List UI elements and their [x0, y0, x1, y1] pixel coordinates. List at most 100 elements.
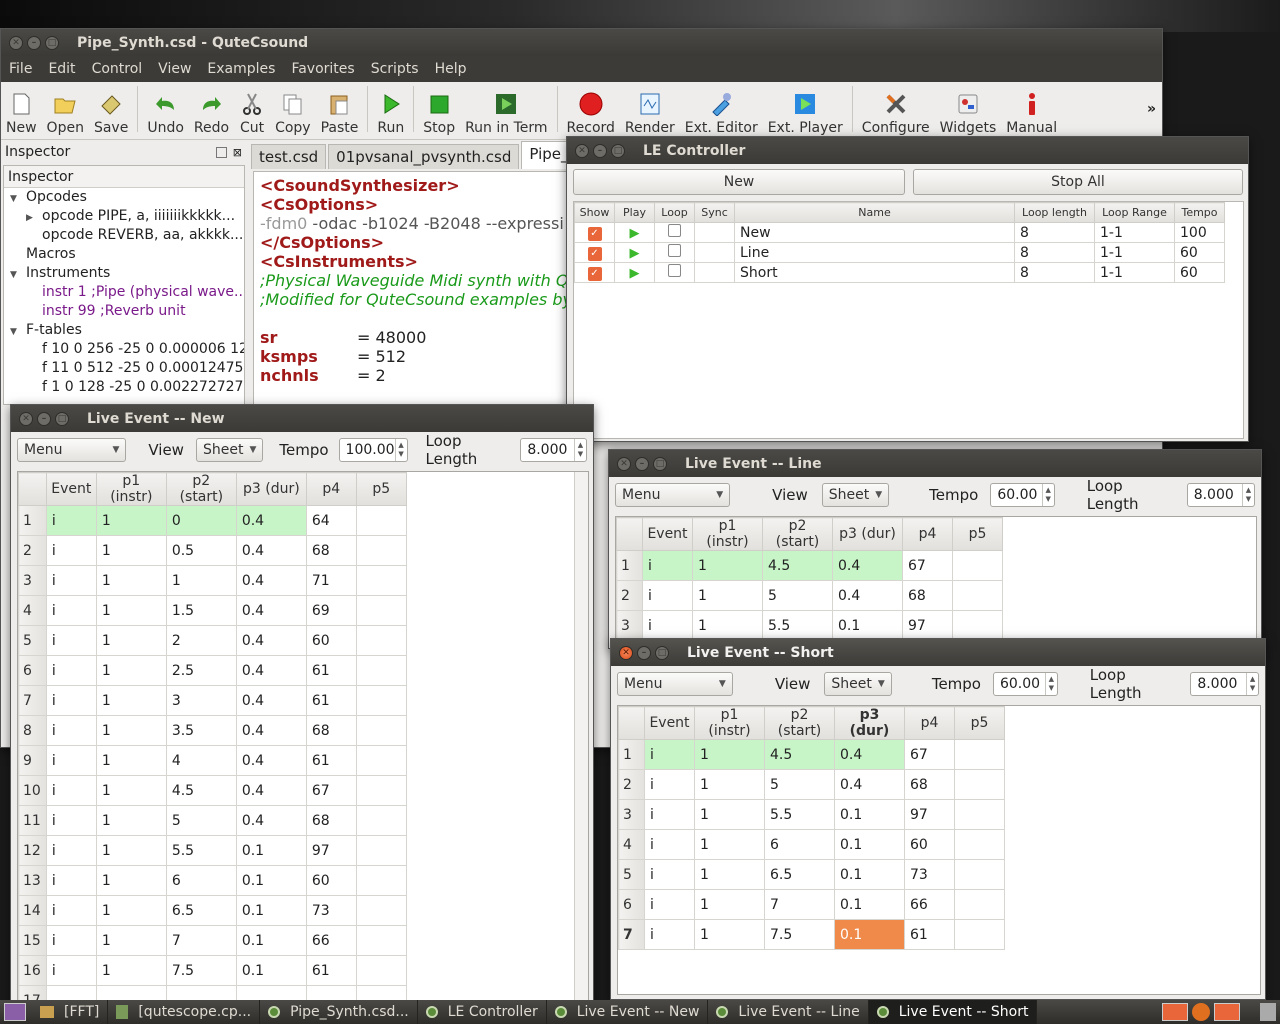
toolbar-run-button[interactable]: Run [377, 91, 404, 136]
column-header-loop[interactable]: Loop [654, 202, 695, 223]
main-window-titlebar[interactable]: ✕ – □ Pipe_Synth.csd - QuteCsound [1, 29, 1162, 56]
row-header[interactable]: 14 [18, 895, 47, 926]
cell[interactable]: i [45, 655, 97, 686]
toolbar-ext-editor-button[interactable]: Ext. Editor [685, 91, 758, 136]
cell[interactable]: 67 [902, 550, 953, 581]
sync-cell[interactable] [694, 242, 735, 263]
close-button[interactable]: ✕ [575, 143, 589, 158]
cell[interactable]: 4.5 [762, 550, 833, 581]
stop-all-button[interactable]: Stop All [913, 169, 1243, 195]
cell[interactable]: 1 [95, 895, 167, 926]
cell[interactable]: i [45, 805, 97, 836]
close-button[interactable]: ✕ [9, 35, 23, 50]
cell[interactable]: i [45, 625, 97, 656]
cell[interactable]: 0.4 [235, 715, 307, 746]
cell[interactable]: i [45, 505, 97, 536]
cell[interactable]: i [45, 595, 97, 626]
cell[interactable]: 68 [305, 535, 357, 566]
cell[interactable] [355, 745, 407, 776]
column-header-p1[interactable]: p1 (instr) [694, 706, 765, 740]
cell[interactable]: 61 [904, 919, 955, 950]
cell[interactable] [355, 925, 407, 956]
cell[interactable] [954, 859, 1005, 890]
expand-arrow-icon[interactable]: ▼ [10, 190, 26, 209]
cell[interactable]: i [644, 829, 695, 860]
cell[interactable] [355, 955, 407, 986]
row-header[interactable]: 6 [18, 655, 47, 686]
tree-item[interactable]: Macros [4, 245, 244, 264]
column-header-tempo[interactable]: Tempo [1174, 202, 1225, 223]
cell[interactable]: 1 [95, 685, 167, 716]
menu-scripts[interactable]: Scripts [363, 61, 427, 77]
cell[interactable] [954, 889, 1005, 920]
cell[interactable]: 1.5 [165, 595, 237, 626]
cell[interactable] [954, 829, 1005, 860]
toolbar-widgets-button[interactable]: Widgets [940, 91, 996, 136]
cell[interactable]: 0 [165, 505, 237, 536]
play-button[interactable]: ▶ [614, 222, 655, 243]
cell[interactable]: 0.4 [832, 580, 903, 611]
cell[interactable]: 0.4 [235, 805, 307, 836]
column-header-p3[interactable]: p3 (dur) [832, 517, 903, 551]
column-header-p3[interactable]: p3 (dur) [235, 472, 307, 506]
loop-length-spinbox[interactable]: 8.000 ▲ ▼ [1190, 672, 1260, 696]
cell[interactable] [954, 769, 1005, 800]
event-sheet[interactable]: Event p1 (instr) p2 (start) p3 (dur) p4 p5 1 i 1… [17, 471, 589, 1003]
cell[interactable]: 1 [95, 715, 167, 746]
cell[interactable]: 0.1 [834, 889, 905, 920]
column-header-event[interactable]: Event [642, 517, 693, 551]
cell[interactable]: 4 [165, 745, 237, 776]
cell[interactable]: 6.5 [764, 859, 835, 890]
cell[interactable]: 1 [95, 535, 167, 566]
cell[interactable]: 7.5 [165, 955, 237, 986]
cell[interactable]: 5.5 [762, 610, 833, 641]
toolbar-record-button[interactable]: Record [567, 91, 615, 136]
cell[interactable]: 61 [305, 745, 357, 776]
cell[interactable]: i [644, 799, 695, 830]
row-header[interactable]: 2 [618, 769, 645, 800]
column-header-p5[interactable]: p5 [954, 706, 1005, 740]
cell[interactable]: 0.4 [834, 769, 905, 800]
show-desktop-icon[interactable] [4, 1003, 26, 1021]
taskbar-item[interactable]: Pipe_Synth.csd... [260, 1000, 418, 1024]
row-header[interactable]: 6 [618, 889, 645, 920]
cell[interactable] [954, 799, 1005, 830]
cell[interactable]: i [45, 925, 97, 956]
view-combo[interactable]: Sheet ▼ [824, 672, 892, 696]
menu-file[interactable]: File [1, 61, 40, 77]
cell[interactable]: 71 [305, 565, 357, 596]
cell[interactable]: 68 [305, 805, 357, 836]
le-name-cell[interactable]: Short [734, 262, 1015, 283]
toolbar-configure-button[interactable]: Configure [862, 91, 930, 136]
sync-cell[interactable] [694, 262, 735, 283]
cell[interactable] [355, 505, 407, 536]
loop-checkbox[interactable] [654, 242, 695, 263]
live-event-new-titlebar[interactable]: ✕ – □ Live Event -- New [11, 405, 593, 432]
cell[interactable]: 1 [694, 919, 765, 950]
cell[interactable]: 4.5 [764, 739, 835, 770]
cell[interactable]: 0.1 [834, 829, 905, 860]
cell[interactable] [355, 625, 407, 656]
cell[interactable]: 68 [904, 769, 955, 800]
cell[interactable]: 69 [305, 595, 357, 626]
row-header[interactable]: 7 [618, 919, 645, 950]
cell[interactable]: 0.4 [235, 745, 307, 776]
tree-item[interactable]: instr 1 ;Pipe (physical wave... [4, 283, 244, 302]
le-name-cell[interactable]: Line [734, 242, 1015, 263]
cell[interactable] [355, 835, 407, 866]
row-header[interactable]: 13 [18, 865, 47, 896]
maximize-button[interactable]: □ [655, 645, 669, 660]
le-tempo-cell[interactable]: 100 [1174, 222, 1225, 243]
cell[interactable]: 5.5 [165, 835, 237, 866]
row-header[interactable]: 8 [18, 715, 47, 746]
cell[interactable]: 3 [165, 685, 237, 716]
row-header[interactable]: 4 [18, 595, 47, 626]
le-name-cell[interactable]: New [734, 222, 1015, 243]
cell[interactable]: 68 [305, 715, 357, 746]
menu-edit[interactable]: Edit [40, 61, 83, 77]
column-header-p1[interactable]: p1 (instr) [692, 517, 763, 551]
column-header-event[interactable]: Event [45, 472, 97, 506]
column-header-p4[interactable]: p4 [305, 472, 357, 506]
row-header[interactable]: 1 [616, 550, 643, 581]
workspace-switcher-icon[interactable] [1162, 1003, 1188, 1021]
